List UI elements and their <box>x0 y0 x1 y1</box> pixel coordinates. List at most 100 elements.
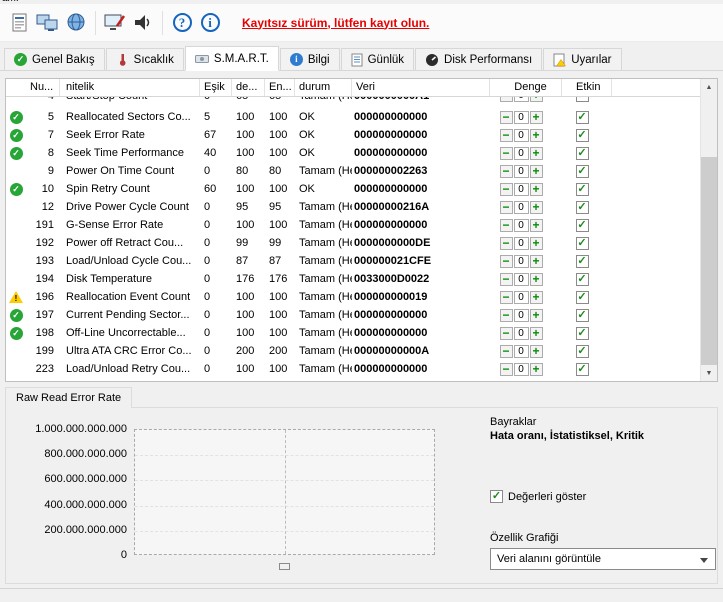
offset-decrease-button[interactable]: − <box>499 344 513 358</box>
table-row[interactable]: ✓ 5 Reallocated Sectors Co... 5 100 100 OK 0000… <box>6 108 700 126</box>
offset-decrease-button[interactable]: − <box>499 290 513 304</box>
offset-decrease-button[interactable]: − <box>499 164 513 178</box>
offset-increase-button[interactable]: + <box>529 308 543 322</box>
offset-increase-button[interactable]: + <box>529 236 543 250</box>
column-header-threshold[interactable]: Eşik <box>200 79 232 96</box>
enabled-checkbox[interactable]: ✓ <box>575 254 589 268</box>
table-scrollbar[interactable]: ▲ ▼ <box>700 79 717 381</box>
offset-decrease-button[interactable]: − <box>499 362 513 376</box>
table-row[interactable]: ✓ 10 Spin Retry Count 60 100 100 OK 00000000000… <box>6 180 700 198</box>
offset-increase-button[interactable]: + <box>529 164 543 178</box>
offset-increase-button[interactable]: + <box>529 97 543 102</box>
offset-increase-button[interactable]: + <box>529 182 543 196</box>
speaker-icon[interactable] <box>129 9 157 37</box>
offset-decrease-button[interactable]: − <box>499 236 513 250</box>
report-icon[interactable] <box>6 9 34 37</box>
show-values-checkbox[interactable]: ✓ <box>490 490 503 503</box>
table-row[interactable]: ✓ 198 Off-Line Uncorrectable... 0 100 100 Tama… <box>6 324 700 342</box>
offset-increase-button[interactable]: + <box>529 200 543 214</box>
graph-mode-select[interactable]: Veri alanını görüntüle <box>490 548 716 570</box>
tab-disk-performans-[interactable]: Disk Performansı <box>415 48 543 70</box>
offset-decrease-button[interactable]: − <box>499 146 513 160</box>
table-row[interactable]: ✓ 8 Seek Time Performance 40 100 100 OK 0000000… <box>6 144 700 162</box>
column-header-worst[interactable]: En... <box>265 79 295 96</box>
enabled-checkbox[interactable]: ✓ <box>575 218 589 232</box>
column-header-enabled[interactable]: Etkin <box>572 79 612 96</box>
offset-decrease-button[interactable]: − <box>499 272 513 286</box>
enabled-checkbox[interactable]: ✓ <box>575 164 589 178</box>
tab-uyar-lar[interactable]: Uyarılar <box>543 48 622 70</box>
monitor-edit-icon[interactable] <box>101 9 129 37</box>
chart-drag-handle[interactable] <box>279 563 290 570</box>
attribute-graph-tab[interactable]: Raw Read Error Rate <box>5 387 133 408</box>
column-header-status[interactable]: durum <box>295 79 352 96</box>
table-row[interactable]: 12 Drive Power Cycle Count 0 95 95 Tamam (He.… <box>6 198 700 216</box>
enabled-checkbox[interactable]: ✓ <box>575 97 589 102</box>
offset-increase-button[interactable]: + <box>529 362 543 376</box>
table-row[interactable]: ! 196 Reallocation Event Count 0 100 100 Tamam… <box>6 288 700 306</box>
column-header-data[interactable]: Veri <box>352 79 490 96</box>
offset-decrease-button[interactable]: − <box>499 182 513 196</box>
offset-increase-button[interactable]: + <box>529 218 543 232</box>
tab-g-nl-k[interactable]: Günlük <box>340 48 415 70</box>
offset-decrease-button[interactable]: − <box>499 110 513 124</box>
scroll-down-arrow[interactable]: ▼ <box>701 365 717 381</box>
sync-computers-icon[interactable] <box>34 9 62 37</box>
table-row[interactable]: ✓ 197 Current Pending Sector... 0 100 100 Tama… <box>6 306 700 324</box>
offset-increase-button[interactable]: + <box>529 290 543 304</box>
enabled-checkbox[interactable]: ✓ <box>575 200 589 214</box>
enabled-checkbox[interactable]: ✓ <box>575 326 589 340</box>
enabled-checkbox[interactable]: ✓ <box>575 272 589 286</box>
help-icon[interactable]: ? <box>168 9 196 37</box>
table-row[interactable]: 199 Ultra ATA CRC Error Co... 0 200 200 Tamam… <box>6 342 700 360</box>
offset-decrease-button[interactable]: − <box>499 200 513 214</box>
table-row[interactable]: 9Power On Time Count08080Tamam (He...000… <box>6 162 700 180</box>
offset-increase-button[interactable]: + <box>529 110 543 124</box>
scrollbar-thumb[interactable] <box>701 157 717 365</box>
enabled-checkbox[interactable]: ✓ <box>575 182 589 196</box>
offset-increase-button[interactable]: + <box>529 272 543 286</box>
column-header-value[interactable]: de... <box>232 79 265 96</box>
enabled-checkbox[interactable]: ✓ <box>575 110 589 124</box>
register-link[interactable]: Kayıtsız sürüm, lütfen kayıt olun. <box>242 16 429 30</box>
offset-increase-button[interactable]: + <box>529 128 543 142</box>
column-header-attribute[interactable]: nitelik <box>60 79 200 96</box>
enabled-checkbox[interactable]: ✓ <box>575 236 589 250</box>
enabled-checkbox[interactable]: ✓ <box>575 344 589 358</box>
enabled-checkbox[interactable]: ✓ <box>575 128 589 142</box>
offset-decrease-button[interactable]: − <box>499 218 513 232</box>
table-row[interactable]: 192 Power off Retract Cou... 0 99 99 Tamam (H… <box>6 234 700 252</box>
enabled-checkbox[interactable]: ✓ <box>575 290 589 304</box>
tab-s-m-a-r-t-[interactable]: S.M.A.R.T. <box>184 46 279 71</box>
attr-status: OK <box>299 111 315 123</box>
table-row[interactable]: 193 Load/Unload Cycle Cou... 0 87 87 Tamam (H… <box>6 252 700 270</box>
table-row[interactable]: 223 Load/Unload Retry Cou... 0 100 100 Tamam … <box>6 360 700 378</box>
table-row[interactable]: 4Start/Stop Count06565Tamam (He...000000… <box>6 97 700 108</box>
table-row[interactable]: 191 G-Sense Error Rate 0 100 100 Tamam (He...… <box>6 216 700 234</box>
enabled-checkbox[interactable]: ✓ <box>575 308 589 322</box>
show-values-option[interactable]: ✓ Değerleri göster <box>490 490 586 503</box>
column-header-offset[interactable]: Denge <box>500 79 562 96</box>
offset-decrease-button[interactable]: − <box>499 128 513 142</box>
offset-decrease-button[interactable]: − <box>499 308 513 322</box>
enabled-checkbox[interactable]: ✓ <box>575 362 589 376</box>
info-icon[interactable]: i <box>196 9 224 37</box>
offset-decrease-button[interactable]: − <box>499 326 513 340</box>
offset-decrease-button[interactable]: − <box>499 254 513 268</box>
offset-increase-button[interactable]: + <box>529 254 543 268</box>
scroll-up-arrow[interactable]: ▲ <box>701 79 717 95</box>
network-globe-icon[interactable] <box>62 9 90 37</box>
table-row[interactable]: ✓ 7 Seek Error Rate 67 100 100 OK 000000000000 −… <box>6 126 700 144</box>
tab-genel-bak-[interactable]: ✓ Genel Bakış <box>4 48 105 70</box>
attr-data: 00000000000A <box>354 345 430 357</box>
tab-bilgi[interactable]: i Bilgi <box>279 48 340 70</box>
attr-id: 223 <box>35 363 54 375</box>
column-header-number[interactable]: Nu... <box>6 79 60 96</box>
enabled-checkbox[interactable]: ✓ <box>575 146 589 160</box>
offset-increase-button[interactable]: + <box>529 326 543 340</box>
tab-s-cakl-k[interactable]: Sıcaklık <box>105 48 184 70</box>
offset-increase-button[interactable]: + <box>529 146 543 160</box>
table-row[interactable]: 194Disk Temperature0176176Tamam (He...00… <box>6 270 700 288</box>
offset-decrease-button[interactable]: − <box>499 97 513 102</box>
offset-increase-button[interactable]: + <box>529 344 543 358</box>
